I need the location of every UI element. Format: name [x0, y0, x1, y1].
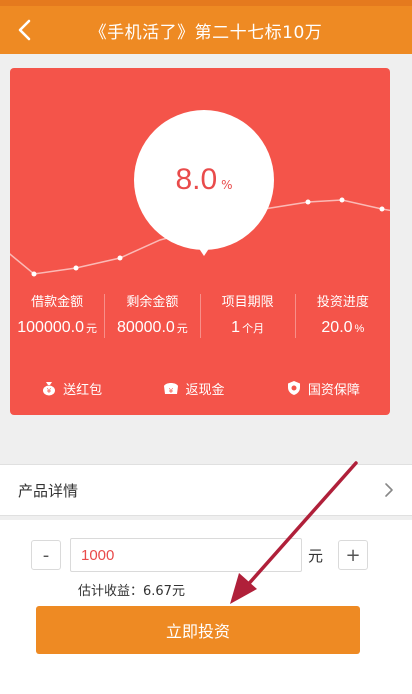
invest-amount-input[interactable]	[70, 538, 302, 572]
cash-back-icon: ¥	[162, 379, 180, 397]
loan-stats: 借款金额 100000.0 元 剩余金额 80000.0 元 项目期限 1 个月 投资…	[10, 294, 390, 338]
stat-unit: 个月	[242, 323, 265, 335]
money-bag-icon: ¥	[40, 379, 58, 397]
stat-value: 80000.0 元	[105, 316, 199, 341]
feature-state-guarantee: 国资保障	[285, 379, 360, 398]
feature-list: ¥ 送红包 ¥ 返现金 国资保障	[10, 376, 390, 400]
product-detail-label: 产品详情	[18, 481, 79, 500]
invest-now-button[interactable]: 立即投资	[36, 606, 360, 654]
amount-unit: 元	[308, 547, 324, 565]
feature-label: 返现金	[185, 382, 225, 398]
rate-pointer	[196, 244, 212, 256]
shield-icon	[285, 379, 303, 397]
feature-red-packet: ¥ 送红包	[40, 379, 102, 398]
stat-number: 20.0	[321, 319, 353, 336]
svg-text:¥: ¥	[169, 387, 174, 395]
stat-unit: 元	[85, 323, 97, 335]
stat-number: 80000.0	[116, 319, 175, 336]
increase-amount-button[interactable]: +	[338, 540, 368, 570]
stat-number: 1	[231, 319, 241, 336]
stat-value: 1 个月	[201, 316, 295, 341]
chevron-right-icon	[385, 483, 393, 497]
feature-cash-back: ¥ 返现金	[162, 379, 225, 398]
feature-label: 国资保障	[307, 382, 360, 398]
interest-rate-value: 8.0	[175, 163, 218, 196]
stat-loan-amount: 借款金额 100000.0 元	[10, 294, 106, 341]
stat-term: 项目期限 1 个月	[201, 294, 296, 338]
stat-value: 100000.0 元	[10, 316, 104, 341]
stat-label: 借款金额	[31, 295, 84, 310]
feature-label: 送红包	[63, 382, 103, 398]
product-detail-row[interactable]: 产品详情	[0, 464, 412, 516]
stat-label: 投资进度	[316, 295, 369, 310]
chevron-left-icon	[18, 19, 31, 41]
stat-unit: %	[354, 323, 365, 335]
app-header: 《手机活了》第二十七标10万	[0, 6, 412, 54]
product-card: 8.0 % 借款金额 100000.0 元 剩余金额 80000.0 元 项目期限 …	[10, 68, 390, 415]
svg-text:¥: ¥	[47, 387, 52, 395]
rate-circle: 8.0 %	[134, 110, 274, 250]
stat-label: 剩余金额	[126, 295, 179, 310]
page-title: 《手机活了》第二十七标10万	[89, 22, 323, 43]
interest-rate-unit: %	[221, 178, 233, 192]
stat-label: 项目期限	[221, 295, 274, 310]
stat-remaining-amount: 剩余金额 80000.0 元	[105, 294, 201, 341]
back-button[interactable]	[6, 12, 42, 48]
stat-number: 100000.0	[17, 319, 84, 336]
stat-value: 20.0%	[296, 316, 390, 341]
stat-progress: 投资进度 20.0%	[296, 294, 390, 338]
section-gap	[0, 426, 412, 463]
invest-panel: - 元 + 估计收益：6.67元 立即投资	[0, 520, 412, 694]
stat-unit: 元	[176, 323, 188, 335]
decrease-amount-button[interactable]: -	[31, 540, 61, 570]
estimated-earnings: 估计收益：6.67元	[78, 584, 185, 599]
